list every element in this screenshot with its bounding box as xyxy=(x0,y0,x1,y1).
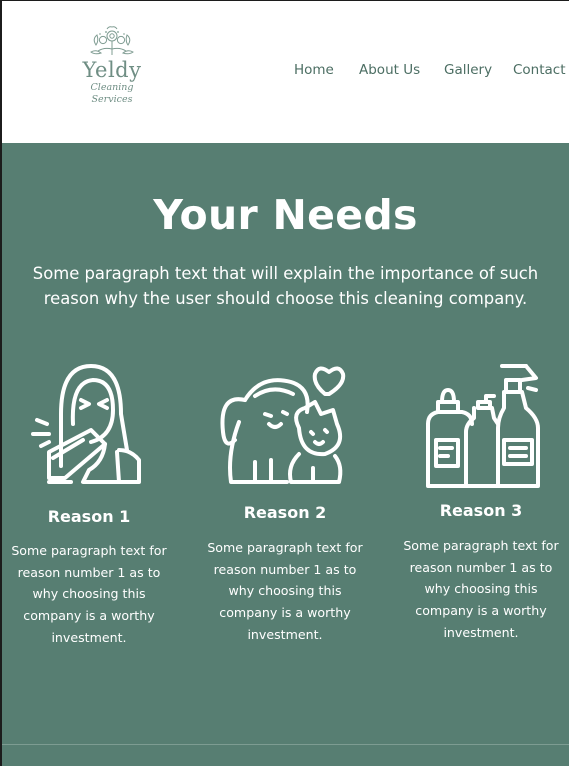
pets-dog-cat-icon xyxy=(220,366,346,484)
brand-tagline: Cleaning Services xyxy=(90,82,134,105)
nav-contact-link[interactable]: Contact xyxy=(513,62,566,78)
section-divider xyxy=(2,744,569,745)
reason-3-title: Reason 3 xyxy=(439,501,523,520)
cleaning-products-icon xyxy=(426,364,540,488)
floral-logo-icon xyxy=(90,26,134,55)
reason-card-1: Reason 1 Some paragraph text for reason … xyxy=(4,358,174,649)
reason-card-3: Reason 3 Some paragraph text for reason … xyxy=(396,358,566,644)
nav-home-link[interactable]: Home xyxy=(294,62,334,78)
reason-card-2: Reason 2 Some paragraph text for reason … xyxy=(200,358,370,646)
reason-1-text: Some paragraph text for reason number 1 … xyxy=(11,543,167,645)
reason-1-title: Reason 1 xyxy=(47,507,131,526)
allergy-sneezing-person-icon xyxy=(31,364,141,484)
nav-about-link[interactable]: About Us xyxy=(359,62,420,78)
section-title: Your Needs xyxy=(153,191,418,239)
section-paragraph: Some paragraph text that will explain th… xyxy=(32,264,539,308)
nav-gallery-link[interactable]: Gallery xyxy=(444,62,492,78)
needs-section: Your Needs Some paragraph text that will… xyxy=(2,143,569,766)
main-nav: Home About Us Gallery Contact xyxy=(2,62,569,84)
reason-2-text: Some paragraph text for reason number 1 … xyxy=(207,540,363,642)
reason-2-title: Reason 2 xyxy=(243,503,327,522)
reason-3-text: Some paragraph text for reason number 1 … xyxy=(403,538,559,640)
site-header: Yeldy Cleaning Services Home About Us Ga… xyxy=(2,1,569,143)
